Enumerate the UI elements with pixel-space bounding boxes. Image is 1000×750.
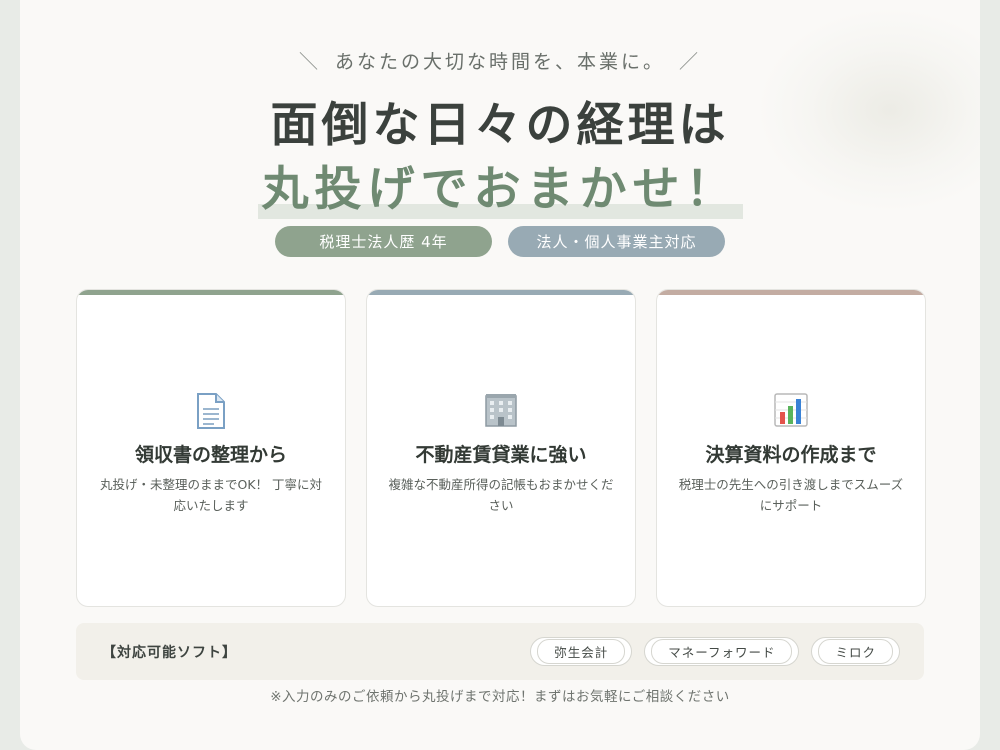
feature-card-financial-statements: 決算資料の作成まで 税理士の先生への引き渡しまでスムーズにサポート [656, 289, 926, 607]
card-description: 税理士の先生への引き渡しまでスムーズにサポート [678, 477, 904, 513]
document-icon [194, 392, 228, 434]
supported-software-bar: 【対応可能ソフト】 弥生会計 マネーフォワード ミロク [76, 623, 924, 680]
card-title: 不動産賃貸業に強い [415, 444, 587, 466]
software-chip-label: 弥生会計 [537, 639, 626, 664]
card-title: 決算資料の作成まで [705, 444, 877, 466]
client-type-badge: 法人・個人事業主対応 [508, 226, 725, 257]
slash-right-mark: ／ [679, 51, 702, 73]
card-title: 領収書の整理から [134, 444, 287, 466]
badge-row: 税理士法人歴 4年 法人・個人事業主対応 [20, 226, 980, 257]
card-accent-bar [367, 290, 635, 295]
tagline-text: あなたの大切な時間を、本業に。 [334, 51, 665, 73]
slash-left-mark: ＼ [298, 51, 321, 73]
software-chip-moneyforward: マネーフォワード [644, 637, 800, 666]
tagline: ＼ あなたの大切な時間を、本業に。 ／ [20, 47, 980, 74]
headline-line1: 面倒な日々の経理は [270, 98, 730, 153]
hero-panel: ＼ あなたの大切な時間を、本業に。 ／ 面倒な日々の経理は 丸投げでおまかせ！ 税理… [20, 0, 980, 750]
software-chip-miroku: ミロク [811, 637, 900, 666]
card-accent-bar [77, 290, 345, 295]
experience-badge: 税理士法人歴 4年 [275, 226, 492, 257]
headline-line2: 丸投げでおまかせ！ [257, 150, 743, 219]
software-label: 【対応可能ソフト】 [102, 645, 237, 661]
feature-cards: 領収書の整理から 丸投げ・未整理のままでOK！ 丁寧に対応いたします 不動産賃貸… [76, 289, 926, 607]
feature-card-receipts: 領収書の整理から 丸投げ・未整理のままでOK！ 丁寧に対応いたします [76, 289, 346, 607]
software-chip-yayoi: 弥生会計 [530, 637, 633, 666]
footnote: ※入力のみのご依頼から丸投げまで対応！まずはお気軽にご相談ください [270, 689, 730, 705]
bar-chart-icon [773, 392, 809, 432]
software-chip-label: ミロク [818, 639, 893, 664]
software-chip-list: 弥生会計 マネーフォワード ミロク [530, 637, 900, 666]
feature-card-real-estate: 不動産賃貸業に強い 複雑な不動産所得の記帳もおまかせください [366, 289, 636, 607]
software-chip-label: マネーフォワード [651, 639, 793, 664]
card-accent-bar [657, 290, 925, 295]
card-description: 複雑な不動産所得の記帳もおまかせください [388, 477, 614, 513]
building-icon [483, 392, 519, 432]
card-description: 丸投げ・未整理のままでOK！ 丁寧に対応いたします [99, 477, 322, 513]
headline-line2-wrap: 丸投げでおまかせ！ [20, 150, 980, 219]
